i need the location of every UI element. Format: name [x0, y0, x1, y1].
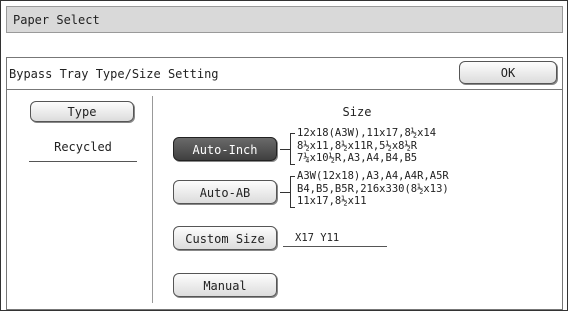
current-type-value: Recycled — [29, 140, 137, 162]
auto-inch-connector — [280, 149, 290, 150]
auto-inch-size-line: 7¼x10½R,A3,A4,B4,B5 — [297, 152, 418, 164]
settings-title: Bypass Tray Type/Size Setting — [9, 67, 219, 81]
manual-button[interactable]: Manual — [173, 273, 277, 297]
auto-ab-bracket — [290, 176, 295, 208]
ok-button[interactable]: OK — [459, 61, 557, 84]
auto-inch-size-line: 12x18(A3W),11x17,8½x14 — [297, 127, 437, 139]
window-title: Paper Select — [6, 6, 563, 33]
auto-inch-size-list: 12x18(A3W),11x17,8½x14 8½x11,8½x11R,5½x8… — [297, 127, 436, 165]
auto-ab-size-line: B4,B5,B5R,216x330(8½x13) — [297, 182, 449, 195]
settings-header: Bypass Tray Type/Size Setting OK — [6, 57, 563, 89]
panel-divider — [152, 96, 153, 303]
auto-ab-size-line: 11x17,8½x11 — [297, 195, 367, 207]
auto-inch-bracket — [290, 133, 295, 165]
auto-inch-size-line: 8½x11,8½x11R,5½x8½R — [297, 139, 418, 152]
type-button[interactable]: Type — [30, 101, 134, 122]
settings-content: Type Recycled Size Auto-Inch 12x18(A3W),… — [6, 89, 563, 310]
size-heading: Size — [342, 105, 372, 119]
custom-size-button[interactable]: Custom Size — [173, 226, 277, 250]
auto-ab-size-line: A3W(12x18),A3,A4,A4R,A5R — [297, 170, 449, 182]
dialog-frame: Paper Select Bypass Tray Type/Size Setti… — [0, 0, 568, 311]
auto-ab-connector — [280, 192, 290, 193]
auto-ab-button[interactable]: Auto-AB — [173, 180, 277, 204]
custom-size-value: X17 Y11 — [283, 232, 387, 247]
auto-ab-size-list: A3W(12x18),A3,A4,A4R,A5R B4,B5,B5R,216x3… — [297, 170, 449, 208]
auto-inch-button[interactable]: Auto-Inch — [173, 137, 277, 161]
